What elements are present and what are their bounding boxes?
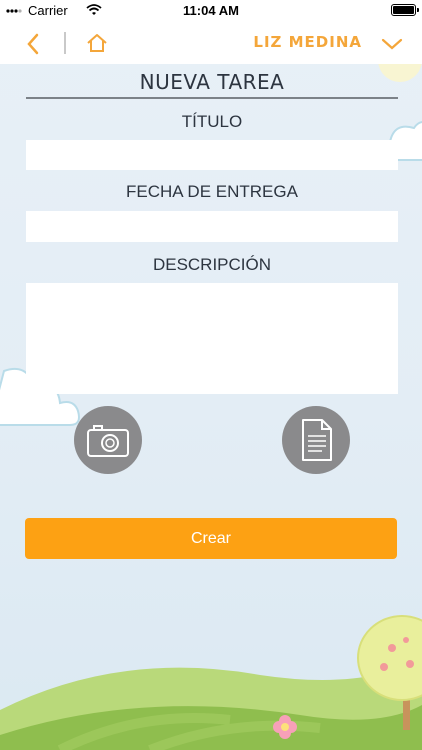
tree-branch bbox=[390, 670, 420, 692]
document-button[interactable] bbox=[282, 406, 350, 474]
tree-trunk bbox=[403, 670, 410, 730]
back-arrow-icon[interactable] bbox=[20, 30, 48, 58]
title-label: TÍTULO bbox=[181, 112, 243, 131]
fruit bbox=[380, 663, 388, 671]
tree-crown bbox=[357, 615, 422, 701]
hill-stripes bbox=[57, 713, 321, 750]
fruit bbox=[406, 660, 414, 668]
screen: Carrier 11:04 AM LIZ MEDINA NUEVA TAREA … bbox=[0, 0, 422, 750]
fruit bbox=[403, 637, 409, 643]
nav-divider bbox=[64, 32, 66, 54]
document-icon bbox=[302, 419, 332, 461]
hill-front bbox=[0, 705, 422, 750]
due-date-label: FECHA DE ENTREGA bbox=[126, 182, 298, 201]
clock: 11:04 AM bbox=[183, 3, 239, 18]
battery-icon bbox=[391, 4, 419, 16]
nav-bar: LIZ MEDINA bbox=[0, 22, 422, 64]
flower bbox=[273, 715, 297, 739]
camera-icon bbox=[87, 425, 129, 457]
hill-back bbox=[0, 660, 422, 750]
user-name[interactable]: LIZ MEDINA bbox=[253, 33, 362, 51]
status-bar: Carrier 11:04 AM bbox=[0, 0, 422, 22]
description-textarea[interactable] bbox=[26, 283, 398, 394]
create-button[interactable]: Crear bbox=[25, 518, 397, 559]
chevron-down-icon[interactable] bbox=[380, 32, 404, 56]
home-icon[interactable] bbox=[84, 30, 110, 56]
due-date-input[interactable] bbox=[26, 211, 398, 242]
camera-button[interactable] bbox=[74, 406, 142, 474]
fruit bbox=[388, 644, 396, 652]
title-input[interactable] bbox=[26, 140, 398, 170]
description-label: DESCRIPCIÓN bbox=[152, 255, 272, 274]
page-title: NUEVA TAREA bbox=[26, 70, 398, 99]
